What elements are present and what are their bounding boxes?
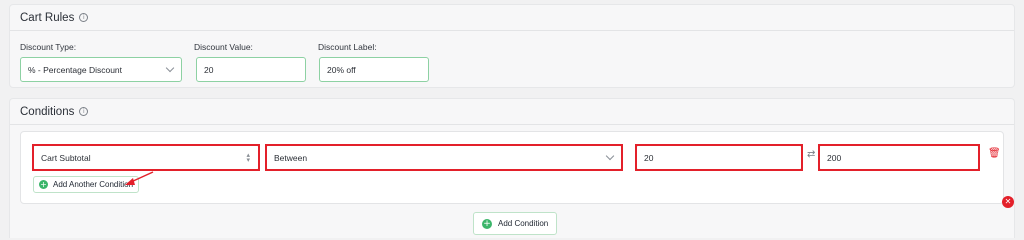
discount-type-value: % - Percentage Discount (28, 64, 123, 75)
cart-rules-header: Cart Rules i (10, 5, 1014, 31)
close-icon[interactable]: ✕ (1002, 196, 1014, 208)
info-icon[interactable]: i (79, 13, 89, 22)
updown-icon: ▴ ▾ (246, 151, 250, 164)
condition-to-value: 200 (827, 152, 842, 163)
plus-icon: + (39, 180, 48, 189)
add-condition-label: Add Condition (498, 219, 549, 228)
condition-group: Cart Subtotal ▴ ▾ Between 20 ⇄ 200 🗑 + Ad… (20, 131, 1004, 204)
condition-from-input[interactable]: 20 (636, 145, 802, 170)
chevron-down-icon (165, 63, 175, 73)
discount-label-input[interactable]: 20% off (319, 57, 429, 82)
discount-value-input[interactable]: 20 (196, 57, 306, 82)
condition-to-input[interactable]: 200 (819, 145, 979, 170)
discount-type-label: Discount Type: (20, 42, 77, 52)
condition-from-value: 20 (644, 152, 654, 163)
plus-icon: + (482, 218, 492, 229)
trash-icon[interactable]: 🗑 (988, 148, 1001, 159)
cart-rules-title: Cart Rules (20, 11, 75, 24)
conditions-title: Conditions (20, 105, 75, 118)
conditions-panel: Conditions i Cart Subtotal ▴ ▾ Between 20… (9, 98, 1015, 238)
discount-label-text: 20% off (327, 64, 356, 75)
add-condition-button[interactable]: + Add Condition (473, 212, 558, 235)
discount-label-label: Discount Label: (318, 42, 377, 52)
condition-field-select[interactable]: Cart Subtotal ▴ ▾ (33, 145, 259, 170)
condition-operator-value: Between (274, 152, 308, 163)
discount-type-select[interactable]: % - Percentage Discount (20, 57, 182, 82)
chevron-down-icon (605, 151, 615, 161)
condition-operator-select[interactable]: Between (266, 145, 622, 170)
annotation-arrow (125, 171, 154, 185)
info-icon[interactable]: i (79, 107, 89, 116)
cart-rules-panel: Cart Rules i Discount Type: % - Percenta… (9, 4, 1015, 88)
condition-field-value: Cart Subtotal (41, 152, 91, 163)
swap-icon[interactable]: ⇄ (807, 149, 815, 160)
conditions-header: Conditions i (10, 99, 1014, 125)
discount-value-text: 20 (204, 64, 214, 75)
discount-value-label: Discount Value: (194, 42, 253, 52)
